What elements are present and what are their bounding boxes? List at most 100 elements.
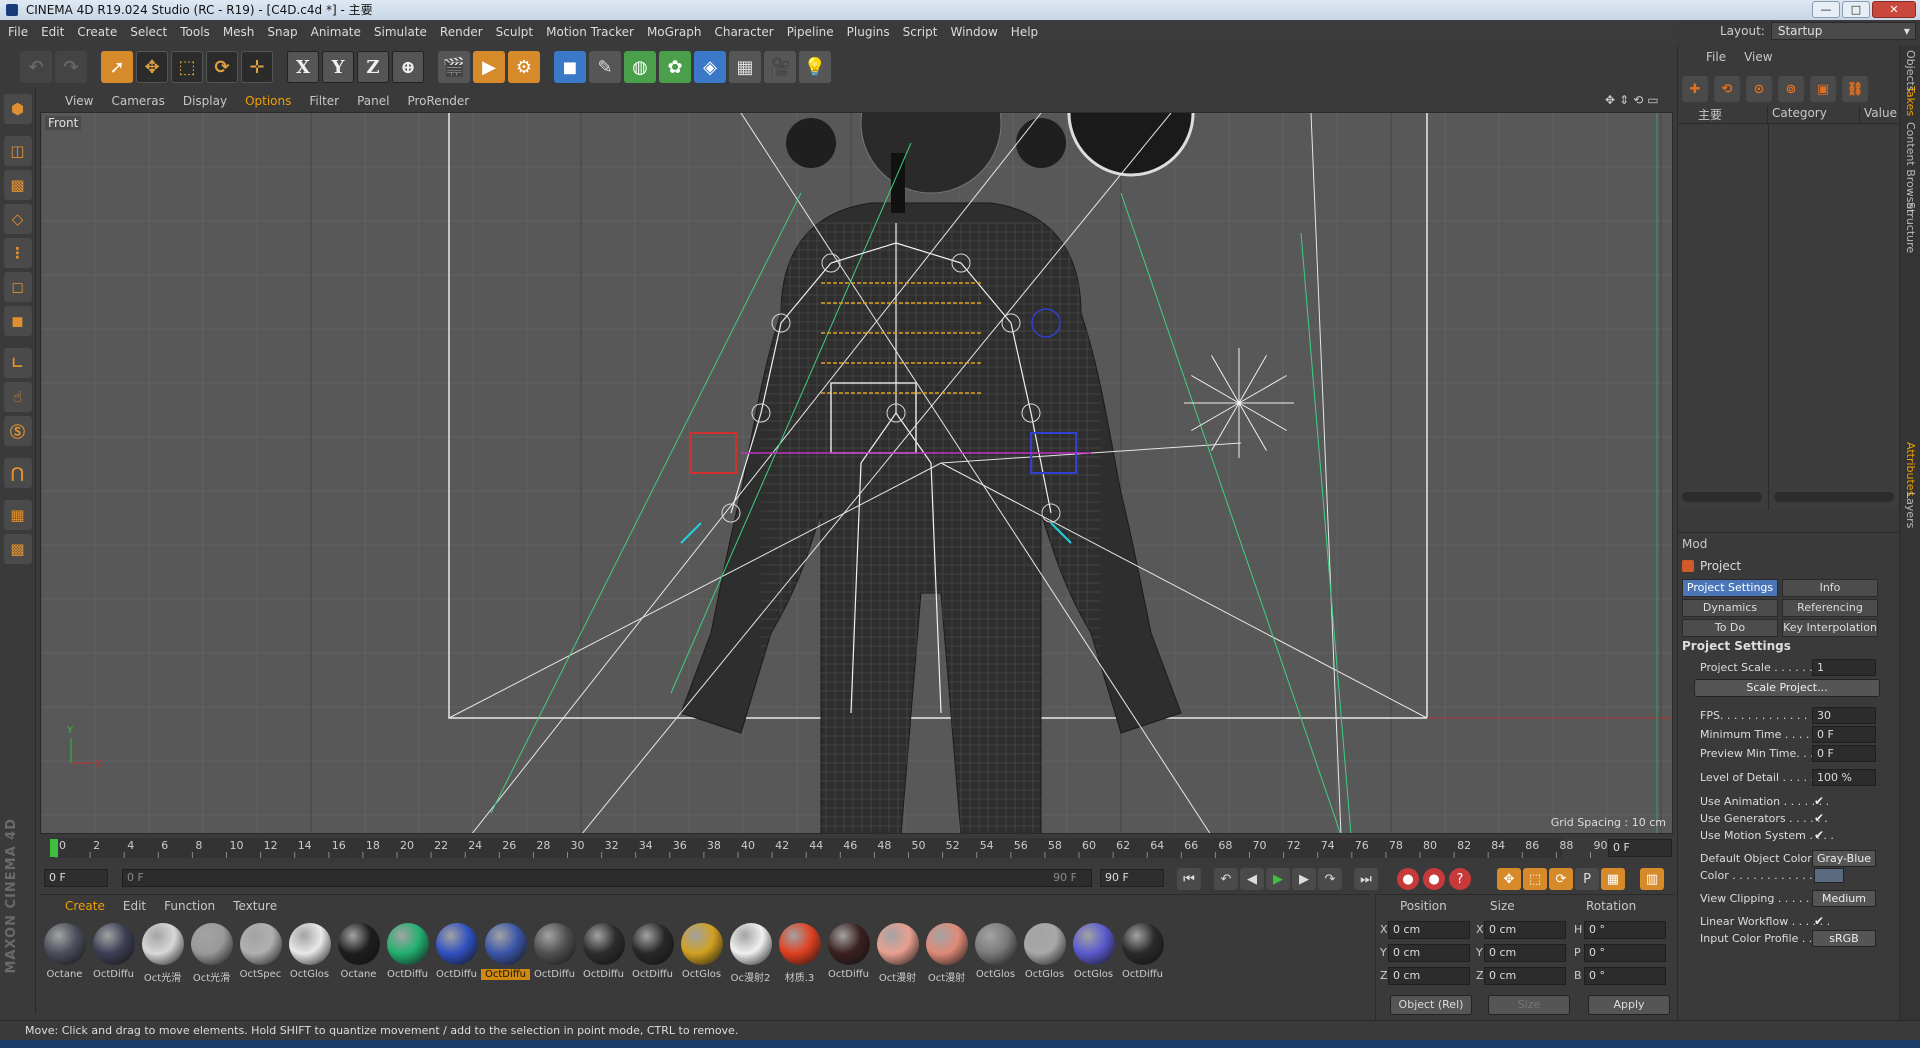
coord-size-field[interactable]: 0 cm xyxy=(1484,944,1566,962)
workplane-mode-icon[interactable]: ◇ xyxy=(3,204,32,234)
coord-rot-field[interactable]: 0 ° xyxy=(1584,944,1666,962)
vp-menu-filter[interactable]: Filter xyxy=(309,94,339,108)
menu-edit[interactable]: Edit xyxy=(41,25,64,39)
checkbox-checked-icon[interactable]: ✔ xyxy=(1814,914,1824,928)
timeline-window-icon[interactable]: ▥ xyxy=(1640,868,1664,890)
side-tab-content-browser[interactable]: Content Browser xyxy=(1904,122,1917,214)
previous-frame-icon[interactable]: ◀ xyxy=(1240,868,1264,890)
takes-list[interactable] xyxy=(1678,124,1900,510)
record-scale-icon[interactable]: ⬚ xyxy=(1523,868,1547,890)
material-swatch[interactable]: OctDiffu xyxy=(579,921,628,985)
pen-spline-icon[interactable]: ✎ xyxy=(589,51,621,83)
redo-icon[interactable]: ↷ xyxy=(55,51,87,83)
vp-menu-cameras[interactable]: Cameras xyxy=(111,94,164,108)
solo-mode-icon[interactable]: Ⓢ xyxy=(3,416,32,446)
render-take-icon[interactable]: ▣ xyxy=(1810,76,1836,102)
edges-mode-icon[interactable]: ◻ xyxy=(3,272,32,302)
checkbox-checked-icon[interactable]: ✔ xyxy=(1814,811,1824,825)
new-take-icon[interactable]: ✚ xyxy=(1682,76,1708,102)
menu-select[interactable]: Select xyxy=(130,25,167,39)
recent-tool-icon[interactable]: ✛ xyxy=(241,51,273,83)
go-to-end-icon[interactable]: ⏭ xyxy=(1354,868,1378,890)
keyframe-selection-icon[interactable]: ? xyxy=(1449,868,1471,890)
col-main[interactable]: 主要 xyxy=(1678,106,1768,123)
coord-pos-field[interactable]: 0 cm xyxy=(1388,921,1470,939)
material-swatch[interactable]: 材质.3 xyxy=(775,921,824,985)
attr-tab-key-interpolation[interactable]: Key Interpolation xyxy=(1782,619,1878,637)
size-mode-select[interactable]: Size xyxy=(1488,995,1570,1015)
next-key-icon[interactable]: ↷ xyxy=(1318,868,1342,890)
material-swatch[interactable]: OctDiffu xyxy=(432,921,481,985)
material-swatch[interactable]: OctGlos xyxy=(677,921,726,985)
menu-tools[interactable]: Tools xyxy=(180,25,210,39)
side-tab-structure[interactable]: Structure xyxy=(1904,202,1917,253)
col-category[interactable]: Category xyxy=(1768,106,1860,123)
current-frame-field[interactable]: 0 F xyxy=(1608,839,1672,857)
cloner-icon[interactable]: ✿ xyxy=(659,51,691,83)
floor-icon[interactable]: ▦ xyxy=(729,51,761,83)
light-icon[interactable]: 💡 xyxy=(799,51,831,83)
menu-pipeline[interactable]: Pipeline xyxy=(787,25,834,39)
maximize-button[interactable]: □ xyxy=(1842,1,1870,18)
material-swatch[interactable]: OctDiffu xyxy=(628,921,677,985)
record-rotation-icon[interactable]: ⟳ xyxy=(1549,868,1573,890)
next-frame-icon[interactable]: ▶ xyxy=(1292,868,1316,890)
apply-button[interactable]: Apply xyxy=(1588,995,1670,1015)
render-settings-icon[interactable]: ⚙ xyxy=(508,51,540,83)
viewport-front[interactable]: YX Front Grid Spacing : 10 cm xyxy=(40,112,1673,834)
viewport-canvas[interactable]: YX xyxy=(41,113,1673,834)
close-button[interactable]: ✕ xyxy=(1872,1,1916,18)
scale-tool-icon[interactable]: ⬚ xyxy=(171,51,203,83)
record-active-icon[interactable]: ● xyxy=(1397,868,1419,890)
attr-select[interactable]: sRGB xyxy=(1812,930,1876,947)
material-swatch[interactable]: Oct漫射 xyxy=(922,921,971,985)
snap-icon[interactable]: ⋂ xyxy=(3,458,32,488)
coord-pos-field[interactable]: 0 cm xyxy=(1388,944,1470,962)
material-swatch[interactable]: Oc漫射2 xyxy=(726,921,775,985)
obj-menu-file[interactable]: File xyxy=(1706,50,1726,64)
scale-project-button[interactable]: Scale Project... xyxy=(1694,679,1880,697)
material-swatch[interactable]: OctDiffu xyxy=(481,921,530,985)
takes-scroll-left[interactable] xyxy=(1682,492,1762,502)
attr-value-field[interactable]: 30 xyxy=(1812,707,1876,724)
live-selection-icon[interactable]: ➚ xyxy=(101,51,133,83)
attr-tab-to-do[interactable]: To Do xyxy=(1682,619,1778,637)
zoom-icon[interactable]: ⇕ xyxy=(1619,93,1629,107)
material-swatch[interactable]: OctGlos xyxy=(1069,921,1118,985)
go-to-start-icon[interactable]: ⏮ xyxy=(1177,868,1201,890)
material-swatch[interactable]: OctGlos xyxy=(1020,921,1069,985)
orbit-icon[interactable]: ⟲ xyxy=(1633,93,1643,107)
x-axis-lock-icon[interactable]: X xyxy=(287,51,319,83)
material-swatch[interactable]: OctDiffu xyxy=(824,921,873,985)
menu-render[interactable]: Render xyxy=(440,25,483,39)
side-tab-takes[interactable]: Takes xyxy=(1904,86,1917,116)
attr-value-field[interactable]: 1 xyxy=(1812,659,1876,676)
mat-menu-texture[interactable]: Texture xyxy=(233,899,277,919)
material-swatch[interactable]: Octane xyxy=(40,921,89,985)
menu-snap[interactable]: Snap xyxy=(267,25,297,39)
menu-help[interactable]: Help xyxy=(1011,25,1038,39)
deformer-icon[interactable]: ◈ xyxy=(694,51,726,83)
attr-value-field[interactable]: 100 % xyxy=(1812,769,1876,786)
record-position-icon[interactable]: ✥ xyxy=(1497,868,1521,890)
previous-key-icon[interactable]: ↶ xyxy=(1214,868,1238,890)
menu-mesh[interactable]: Mesh xyxy=(223,25,255,39)
material-swatch[interactable]: OctGlos xyxy=(285,921,334,985)
render-view-icon[interactable]: 🎬 xyxy=(438,51,470,83)
axis-mode-icon[interactable]: ∟ xyxy=(3,348,32,378)
material-swatch[interactable]: OctDiffu xyxy=(89,921,138,985)
coord-size-field[interactable]: 0 cm xyxy=(1484,921,1566,939)
obj-menu-view[interactable]: View xyxy=(1744,50,1772,64)
record-parameter-icon[interactable]: P xyxy=(1575,868,1599,890)
subdivision-surface-icon[interactable]: ◍ xyxy=(624,51,656,83)
menu-character[interactable]: Character xyxy=(714,25,773,39)
vp-menu-view[interactable]: View xyxy=(65,94,93,108)
attr-value-field[interactable]: 0 F xyxy=(1812,745,1876,762)
coord-size-field[interactable]: 0 cm xyxy=(1484,967,1566,985)
takes-scroll-right[interactable] xyxy=(1774,492,1894,502)
minimize-button[interactable]: — xyxy=(1812,1,1840,18)
render-picture-viewer-icon[interactable]: ▶ xyxy=(473,51,505,83)
material-swatch[interactable]: OctSpec xyxy=(236,921,285,985)
vp-menu-display[interactable]: Display xyxy=(183,94,227,108)
cube-icon[interactable]: ◼ xyxy=(554,51,586,83)
